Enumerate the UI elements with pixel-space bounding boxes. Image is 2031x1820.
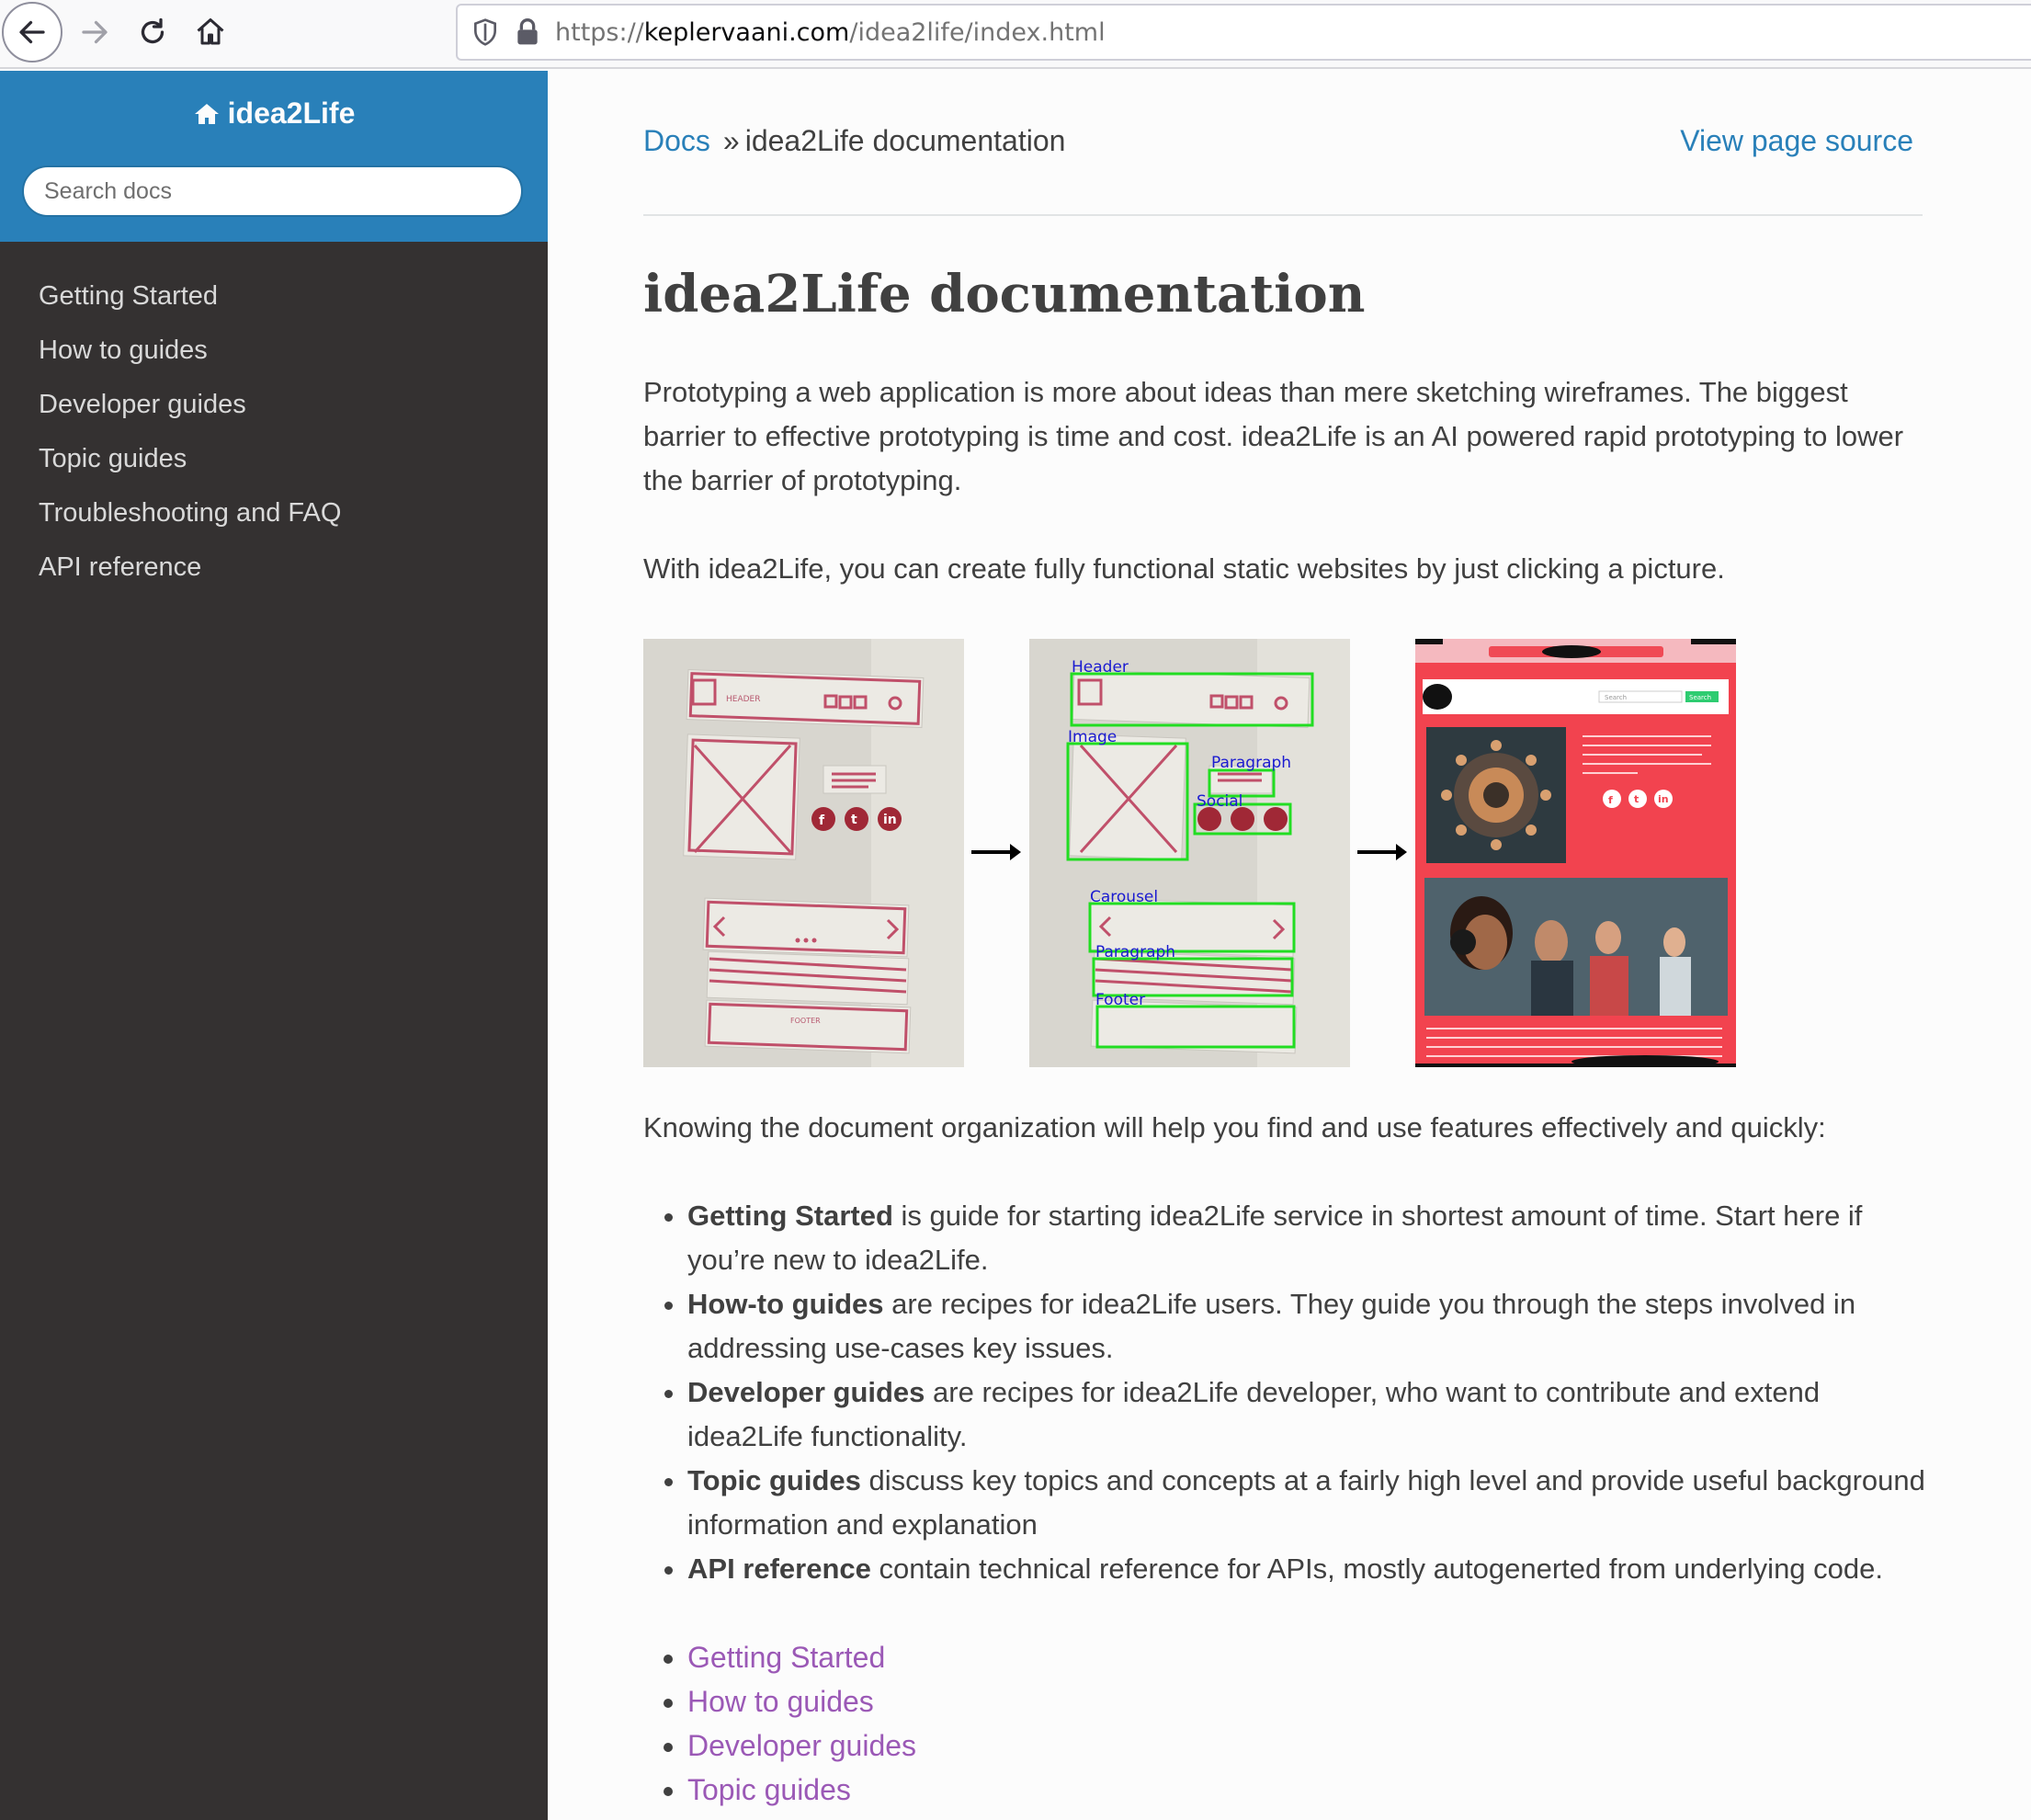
address-bar[interactable]: https://keplervaani.com/idea2life/index.… [456, 4, 2031, 61]
sidebar-item-how-to-guides[interactable]: How to guides [0, 324, 548, 378]
svg-text:f: f [819, 813, 825, 828]
generated-search-button: Search [1689, 694, 1711, 701]
feature-desc: discuss key topics and concepts at a fai… [687, 1464, 1925, 1541]
toc-link-topic-guides[interactable]: Topic guides [687, 1773, 851, 1806]
label-carousel: Carousel [1090, 888, 1158, 906]
list-item: Getting Started is guide for starting id… [687, 1194, 1928, 1282]
breadcrumb-docs-link[interactable]: Docs [643, 124, 710, 157]
feature-term: How-to guides [687, 1288, 884, 1320]
svg-text:t: t [851, 813, 857, 827]
reload-button[interactable] [122, 2, 183, 63]
toc-link-developer-guides[interactable]: Developer guides [687, 1729, 916, 1762]
list-item: Getting Started [687, 1635, 916, 1679]
url-host: keplervaani.com [643, 17, 850, 47]
list-item: Topic guides discuss key topics and conc… [687, 1459, 1928, 1547]
feature-list: Getting Started is guide for starting id… [687, 1194, 1928, 1591]
page-title: idea2Life documentation [643, 264, 1366, 324]
intro-paragraph: Prototyping a web application is more ab… [643, 376, 1904, 496]
sketch-photo: HEADER FOOTER f t in [643, 639, 964, 1067]
list-item: Developer guides [687, 1723, 916, 1768]
feature-term: Developer guides [687, 1376, 925, 1408]
label-paragraph: Paragraph [1211, 754, 1291, 772]
url-scheme: https:// [555, 17, 644, 47]
home-button[interactable] [180, 2, 241, 63]
divider [643, 214, 1923, 216]
label-header: Header [1072, 658, 1129, 677]
sidebar-item-api-reference[interactable]: API reference [0, 540, 548, 595]
label-social: Social [1197, 792, 1242, 811]
shield-icon[interactable] [471, 17, 500, 47]
home-icon [194, 103, 219, 124]
sidebar-item-topic-guides[interactable]: Topic guides [0, 432, 548, 486]
toc-links: Getting Started How to guides Developer … [687, 1635, 916, 1812]
breadcrumb: Docs » idea2Life documentation View page s… [643, 124, 1923, 161]
url-path: /idea2life/index.html [849, 17, 1106, 47]
forward-button[interactable] [64, 2, 125, 63]
svg-text:in: in [1658, 793, 1669, 805]
arrow-right-icon [1357, 844, 1407, 860]
lock-icon[interactable] [515, 17, 540, 47]
workflow-figure: HEADER FOOTER f t in Header Image Paragr… [643, 639, 1736, 1067]
url-text[interactable]: https://keplervaani.com/idea2life/index.… [555, 18, 1106, 47]
list-item: Topic guides [687, 1768, 916, 1812]
arrow-right-icon [971, 844, 1021, 860]
label-image: Image [1068, 728, 1117, 746]
feature-desc: contain technical reference for APIs, mo… [870, 1553, 1884, 1585]
search-docs-input[interactable] [22, 165, 523, 217]
breadcrumb-separator: » [722, 124, 740, 157]
arrow-right-icon [82, 20, 108, 44]
brand-label: idea2Life [227, 97, 356, 130]
generated-search-field: Search [1605, 694, 1627, 701]
brand-link[interactable]: idea2Life [0, 97, 548, 131]
view-page-source-link[interactable]: View page source [1680, 124, 1913, 158]
feature-term: Getting Started [687, 1200, 893, 1232]
sidebar-item-getting-started[interactable]: Getting Started [0, 269, 548, 324]
arrow-left-icon [19, 20, 45, 44]
list-item: How-to guides are recipes for idea2Life … [687, 1282, 1928, 1371]
label-footer: Footer [1095, 991, 1145, 1009]
sidebar-item-developer-guides[interactable]: Developer guides [0, 378, 548, 432]
sidebar: idea2Life Getting Started How to guides … [0, 71, 548, 1820]
detection-photo: Header Image Paragraph Social Carousel P… [1029, 639, 1350, 1067]
toc-link-how-to-guides[interactable]: How to guides [687, 1685, 874, 1718]
feature-term: Topic guides [687, 1464, 861, 1496]
back-button[interactable] [2, 2, 62, 63]
svg-text:in: in [883, 813, 897, 827]
generated-site-screenshot: Search Search f t in [1415, 639, 1736, 1067]
sidebar-item-troubleshooting[interactable]: Troubleshooting and FAQ [0, 486, 548, 540]
list-item: Developer guides are recipes for idea2Li… [687, 1371, 1928, 1459]
home-icon [197, 18, 224, 45]
sidebar-menu: Getting Started How to guides Developer … [0, 269, 548, 595]
list-item: How to guides [687, 1679, 916, 1723]
label-paragraph-2: Paragraph [1095, 943, 1175, 961]
organization-paragraph: Knowing the document organization will h… [643, 1111, 1826, 1143]
intro-paragraph-2: With idea2Life, you can create fully fun… [643, 552, 1725, 585]
reload-icon [141, 17, 165, 44]
svg-text:t: t [1634, 793, 1639, 805]
svg-text:HEADER: HEADER [726, 695, 760, 704]
toc-link-getting-started[interactable]: Getting Started [687, 1641, 885, 1674]
feature-term: API reference [687, 1553, 871, 1585]
svg-text:f: f [1608, 794, 1613, 806]
svg-text:FOOTER: FOOTER [790, 1017, 821, 1025]
browser-toolbar: https://keplervaani.com/idea2life/index.… [0, 0, 2031, 69]
list-item: API reference contain technical referenc… [687, 1547, 1928, 1591]
sidebar-header: idea2Life [0, 71, 548, 242]
breadcrumb-current: idea2Life documentation [744, 124, 1066, 157]
